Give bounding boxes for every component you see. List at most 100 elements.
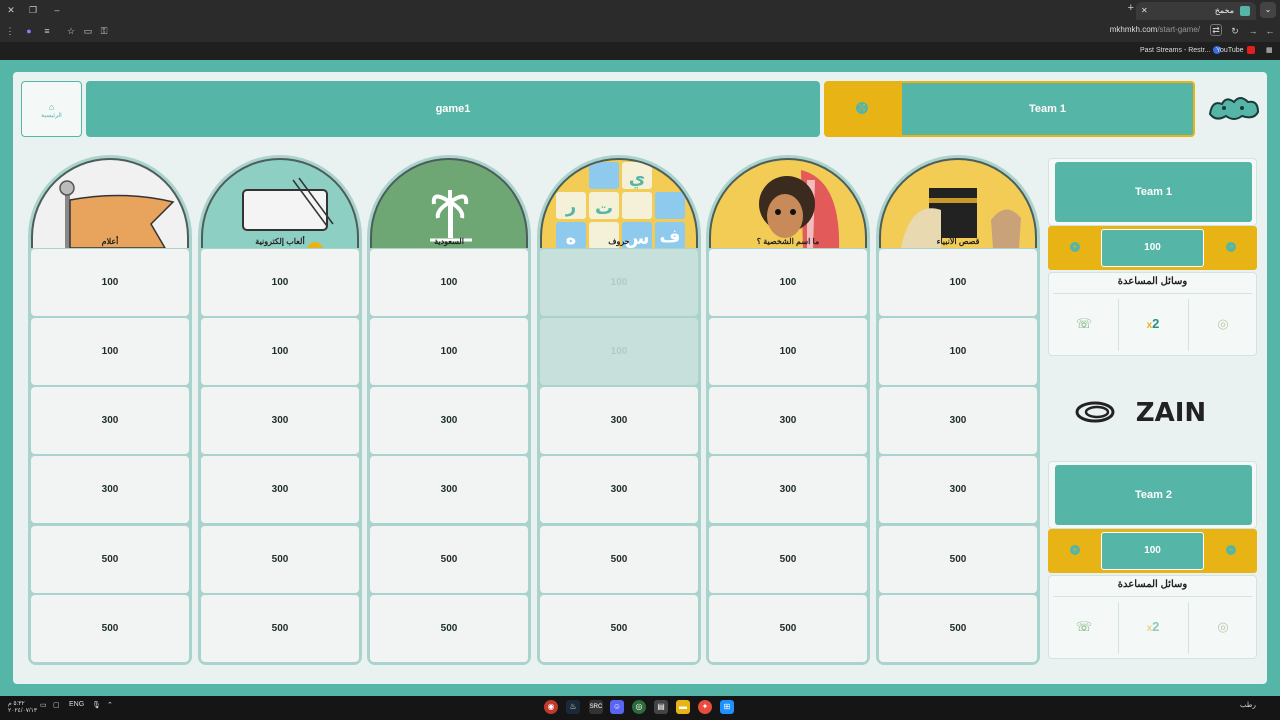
app-icon[interactable]: ◉	[544, 700, 558, 714]
file-explorer-icon[interactable]: ▬	[676, 700, 690, 714]
close-window-icon[interactable]: ✕	[4, 3, 18, 17]
cast-icon[interactable]: ▭	[81, 24, 95, 38]
site-settings-icon[interactable]: ⇄	[1210, 24, 1222, 36]
tray-chevron-icon[interactable]: ⌃	[107, 701, 113, 709]
minus-icon[interactable]: −	[1226, 545, 1236, 555]
team-name: Team 2	[1055, 465, 1252, 525]
minus-icon[interactable]: −	[1226, 242, 1236, 252]
question-cell[interactable]: 500	[709, 526, 867, 593]
help-aids-box: وسائل المساعدة ☏ x2 ◎	[1048, 272, 1257, 356]
bookmark-label: Past Streams - Restr...	[1140, 46, 1211, 54]
microphone-icon[interactable]: 🎙	[92, 701, 101, 709]
question-cell[interactable]: 500	[370, 595, 528, 662]
category-label: قصص الأنبياء	[936, 237, 980, 246]
question-cell[interactable]: 500	[709, 595, 867, 662]
steam-icon[interactable]: ♨	[566, 700, 580, 714]
score-row: + 100 −	[1048, 226, 1257, 270]
question-cell[interactable]: 100	[879, 318, 1037, 385]
call-friend-icon[interactable]: ☏	[1051, 598, 1117, 656]
app-icon[interactable]: ▤	[654, 700, 668, 714]
tab-title: مخمخ	[1214, 6, 1234, 15]
category-label: السعودية	[434, 237, 464, 246]
category-column: أعلام 100 100 300 300 500 500	[28, 155, 192, 665]
double-points-button[interactable]: x2	[1120, 598, 1186, 656]
category-label: ألعاب إلكترونية	[255, 237, 305, 246]
restore-window-icon[interactable]: ❐	[26, 3, 40, 17]
plus-icon[interactable]: +	[1070, 545, 1080, 555]
question-cell[interactable]: 500	[201, 526, 359, 593]
category-column: ي ر ت ه س ف حروف 100 100 300 300 500 500	[537, 155, 701, 665]
tab-search-icon[interactable]: ⌄	[1260, 2, 1276, 18]
clock[interactable]: ٥:٣٢ م ٢٠٢٤/٠٧/١٣	[8, 701, 37, 715]
forward-icon[interactable]: →	[1246, 24, 1260, 38]
question-cell[interactable]: 500	[879, 595, 1037, 662]
minimize-window-icon[interactable]: –	[50, 3, 64, 17]
question-cell[interactable]: 500	[370, 526, 528, 593]
reader-icon[interactable]: ≡	[40, 24, 54, 38]
weather-label[interactable]: رطب	[1240, 701, 1256, 709]
close-tab-icon[interactable]: ✕	[1141, 2, 1148, 20]
question-cell[interactable]: 100	[31, 249, 189, 316]
question-cell[interactable]: 100	[879, 249, 1037, 316]
chrome-icon[interactable]: ◎	[632, 700, 646, 714]
double-points-button[interactable]: x2	[1120, 295, 1186, 353]
plus-icon[interactable]: +	[1070, 242, 1080, 252]
more-menu-icon[interactable]: ⋮	[3, 24, 17, 38]
question-cell[interactable]: 100	[709, 249, 867, 316]
question-cell[interactable]: 300	[709, 387, 867, 454]
question-cell[interactable]: 500	[540, 595, 698, 662]
question-cell[interactable]: 500	[31, 595, 189, 662]
question-cell[interactable]: 300	[31, 456, 189, 523]
extension-icon[interactable]: ●	[22, 24, 36, 38]
question-cell[interactable]: 300	[201, 387, 359, 454]
browser-tab[interactable]: ✕ مخمخ	[1136, 2, 1256, 20]
team-name-box: Team 2	[1048, 461, 1257, 529]
question-cell[interactable]: 300	[709, 456, 867, 523]
key-icon[interactable]: ⚿	[97, 24, 111, 38]
language-indicator[interactable]: ENG	[69, 701, 84, 708]
question-cell[interactable]: 300	[879, 387, 1037, 454]
turn-swap-icon[interactable]: ⤮	[856, 102, 868, 114]
call-friend-icon[interactable]: ☏	[1051, 295, 1117, 353]
question-cell[interactable]: 300	[540, 456, 698, 523]
question-cell[interactable]: 100	[201, 318, 359, 385]
question-cell[interactable]: 100	[370, 318, 528, 385]
question-cell: 100	[540, 249, 698, 316]
app-icon[interactable]: ✦	[698, 700, 712, 714]
question-cell[interactable]: 300	[201, 456, 359, 523]
notifications-icon[interactable]: ▭	[40, 701, 47, 709]
windows-start-icon[interactable]: ⊞	[720, 700, 734, 714]
question-cell[interactable]: 100	[709, 318, 867, 385]
question-cell[interactable]: 100	[370, 249, 528, 316]
reload-icon[interactable]: ↻	[1228, 24, 1242, 38]
home-icon: ⌂	[48, 102, 55, 112]
question-cell[interactable]: 500	[540, 526, 698, 593]
question-cell[interactable]: 500	[201, 595, 359, 662]
team-name: Team 1	[1055, 162, 1252, 222]
aid-separator	[1118, 299, 1119, 351]
question-cell[interactable]: 300	[370, 387, 528, 454]
question-cell[interactable]: 300	[540, 387, 698, 454]
discord-icon[interactable]: ☺	[610, 700, 624, 714]
bookmark-past-streams[interactable]: Past Streams - Restr...	[1140, 46, 1222, 54]
hole-icon[interactable]: ◎	[1190, 598, 1256, 656]
url-field[interactable]: mkhmkh.com/start-game/	[1110, 25, 1200, 34]
bookmark-youtube[interactable]: YouTube	[1216, 46, 1255, 54]
back-icon[interactable]: ←	[1263, 24, 1277, 38]
site-logo	[1208, 97, 1260, 120]
question-cell[interactable]: 100	[31, 318, 189, 385]
home-button[interactable]: ⌂ الرئيسية	[21, 81, 82, 137]
question-cell[interactable]: 500	[31, 526, 189, 593]
new-tab-button[interactable]: +	[1128, 2, 1134, 14]
display-icon[interactable]: ▢	[53, 701, 60, 709]
question-cell[interactable]: 100	[201, 249, 359, 316]
question-cell[interactable]: 300	[370, 456, 528, 523]
app-icon[interactable]: SRC	[589, 700, 603, 714]
question-cell[interactable]: 500	[879, 526, 1037, 593]
game-title: game1	[86, 81, 820, 137]
apps-grid-icon[interactable]: ▦	[1266, 46, 1273, 54]
question-cell[interactable]: 300	[879, 456, 1037, 523]
question-cell[interactable]: 300	[31, 387, 189, 454]
bookmark-star-icon[interactable]: ☆	[64, 24, 78, 38]
hole-icon[interactable]: ◎	[1190, 295, 1256, 353]
